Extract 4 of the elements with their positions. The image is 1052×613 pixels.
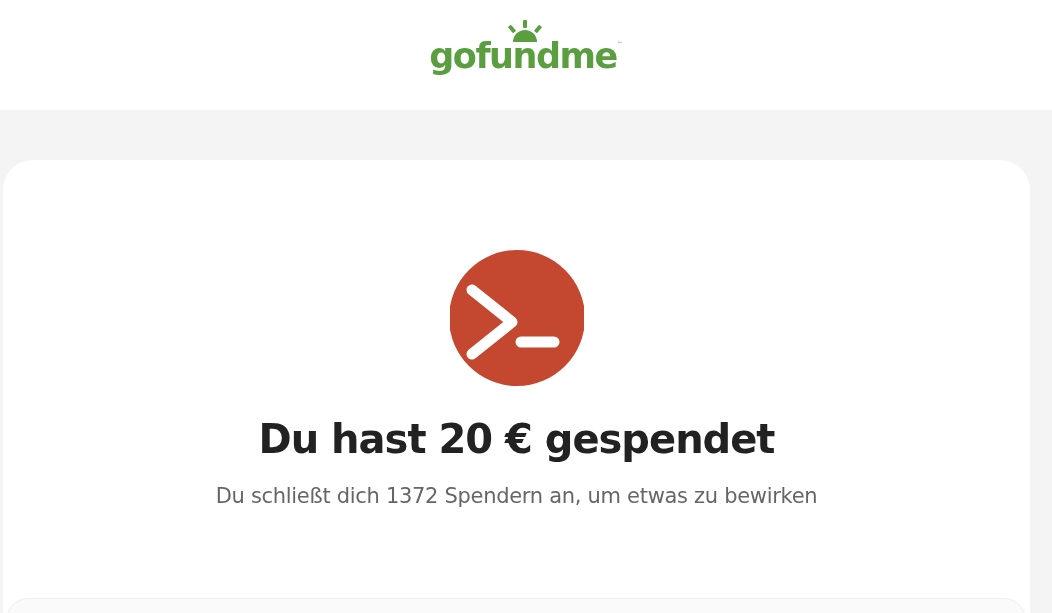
donation-title: Du hast 20 € gespendet — [258, 416, 775, 462]
donation-message: Du schließt dich 1372 Spendern an, um etwas zu bewirken — [215, 484, 818, 508]
terminal-icon — [449, 248, 584, 388]
brand-logo[interactable]: gofundme — [429, 38, 617, 74]
